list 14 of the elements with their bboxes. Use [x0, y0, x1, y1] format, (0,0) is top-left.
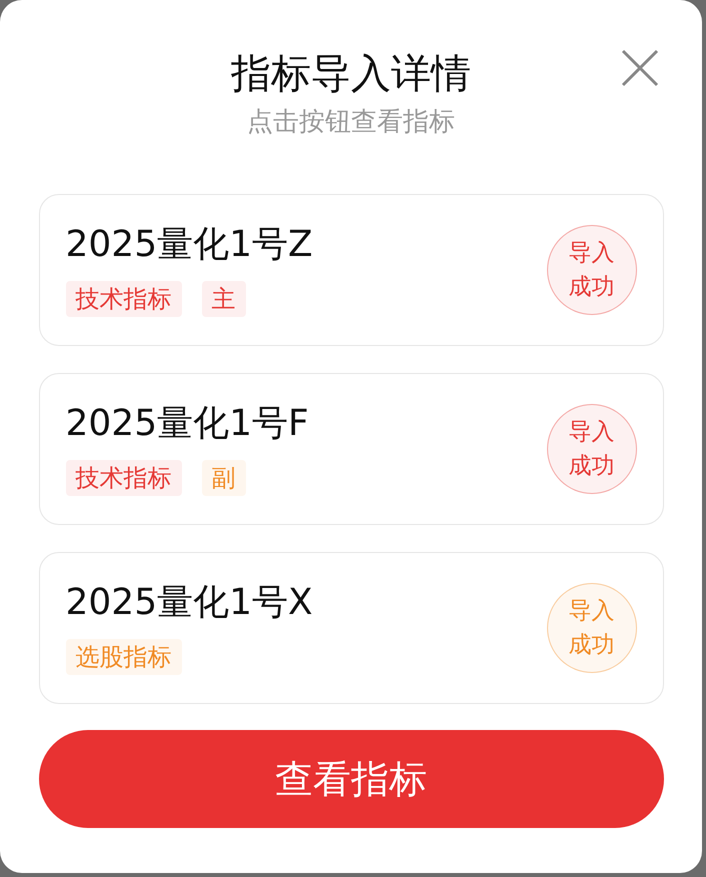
indicator-tag: 选股指标 — [66, 639, 182, 675]
indicator-name: 2025量化1号X — [66, 581, 313, 625]
dialog-subtitle: 点击按钮查看指标 — [247, 106, 455, 139]
status-badge: 导入成功 — [546, 583, 636, 673]
view-indicators-button[interactable]: 查看指标 — [38, 730, 664, 828]
indicator-tag: 副 — [202, 460, 246, 496]
indicator-name: 2025量化1号F — [66, 402, 309, 446]
status-badge: 导入成功 — [546, 404, 636, 494]
indicator-tag: 技术指标 — [66, 281, 182, 317]
status-badge: 导入成功 — [546, 225, 636, 315]
dialog-title: 指标导入详情 — [231, 50, 471, 99]
indicator-tag: 技术指标 — [66, 460, 182, 496]
indicator-name: 2025量化1号Z — [66, 223, 313, 267]
indicator-tag: 主 — [202, 281, 246, 317]
